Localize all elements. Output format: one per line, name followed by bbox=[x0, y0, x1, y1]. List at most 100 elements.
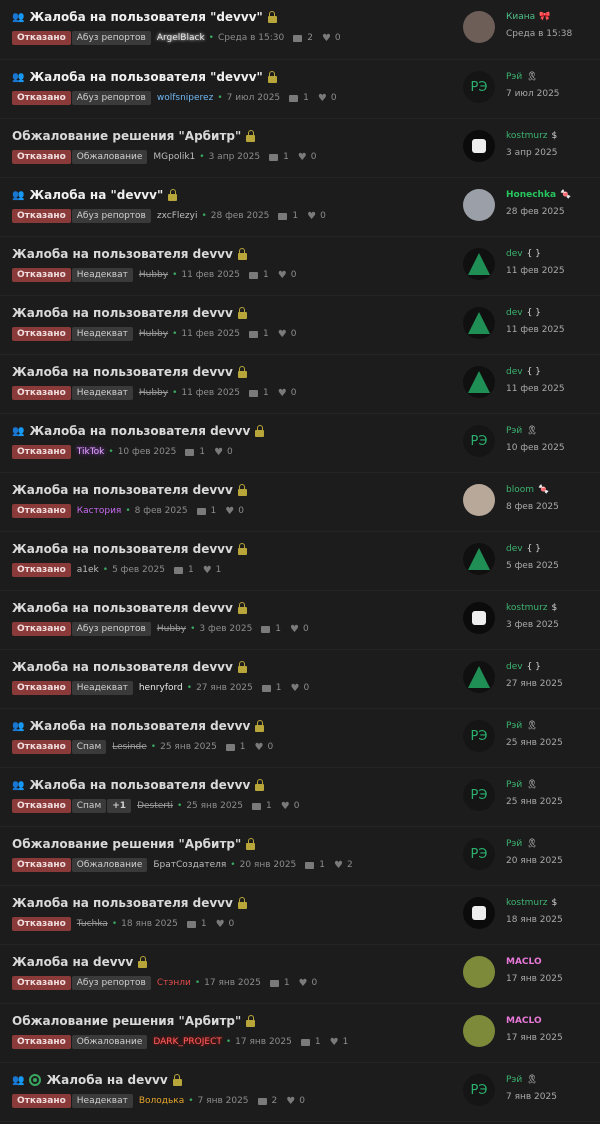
status-badge[interactable]: Отказано bbox=[12, 150, 71, 164]
category-badge[interactable]: Спам bbox=[71, 740, 107, 754]
last-poster-avatar[interactable] bbox=[463, 130, 495, 162]
thread-author[interactable]: Стэнли bbox=[157, 978, 191, 988]
thread-author[interactable]: a1ek bbox=[77, 565, 99, 575]
last-poster-name[interactable]: dev{ } bbox=[506, 662, 541, 672]
category-badge[interactable]: Неадекват bbox=[71, 681, 133, 695]
thread-title-link[interactable]: Обжалование решения "Арбитр" bbox=[12, 129, 241, 143]
status-badge[interactable]: Отказано bbox=[12, 268, 71, 282]
last-poster-name[interactable]: MACLO bbox=[506, 957, 542, 967]
category-badge[interactable]: Абуз репортов bbox=[71, 622, 151, 636]
thread-date[interactable]: 3 фев 2025 bbox=[199, 624, 252, 634]
thread-author[interactable]: MGpolik1 bbox=[153, 152, 195, 162]
thread-date[interactable]: 20 янв 2025 bbox=[240, 860, 297, 870]
last-post-date[interactable]: 11 фев 2025 bbox=[506, 384, 565, 394]
thread-date[interactable]: 11 фев 2025 bbox=[181, 329, 240, 339]
last-post-date[interactable]: 3 фев 2025 bbox=[506, 620, 559, 630]
status-badge[interactable]: Отказано bbox=[12, 445, 71, 459]
thread-author[interactable]: Hubby bbox=[157, 624, 186, 634]
thread-title-link[interactable]: Жалоба на пользователя devvv bbox=[29, 778, 250, 792]
category-badge[interactable]: Обжалование bbox=[71, 150, 148, 164]
last-poster-username[interactable]: kostmurz bbox=[506, 603, 548, 613]
status-badge[interactable]: Отказано bbox=[12, 740, 71, 754]
thread-title-link[interactable]: Жалоба на пользователя devvv bbox=[29, 424, 250, 438]
last-post-date[interactable]: 10 фев 2025 bbox=[506, 443, 565, 453]
thread-title-link[interactable]: Жалоба на пользователя devvv bbox=[12, 542, 233, 556]
last-post-date[interactable]: 25 янв 2025 bbox=[506, 797, 563, 807]
thread-title-link[interactable]: Жалоба на devvv bbox=[12, 955, 133, 969]
thread-author[interactable]: Hubby bbox=[139, 388, 168, 398]
thread-author[interactable]: wolfsniperez bbox=[157, 93, 213, 103]
last-post-date[interactable]: 8 фев 2025 bbox=[506, 502, 559, 512]
thread-date[interactable]: 5 фев 2025 bbox=[112, 565, 165, 575]
category-badge[interactable]: Обжалование bbox=[71, 858, 148, 872]
last-poster-name[interactable]: dev{ } bbox=[506, 308, 541, 318]
last-poster-avatar[interactable] bbox=[463, 661, 495, 693]
last-post-date[interactable]: 27 янв 2025 bbox=[506, 679, 563, 689]
thread-author[interactable]: henryford bbox=[139, 683, 183, 693]
status-badge[interactable]: Отказано bbox=[12, 386, 71, 400]
category-badge[interactable]: Абуз репортов bbox=[71, 91, 151, 105]
thread-title-link[interactable]: Жалоба на пользователя devvv bbox=[12, 896, 233, 910]
thread-date[interactable]: 3 апр 2025 bbox=[209, 152, 260, 162]
thread-date[interactable]: 11 фев 2025 bbox=[181, 388, 240, 398]
last-poster-username[interactable]: dev bbox=[506, 544, 523, 554]
thread-title-link[interactable]: Жалоба на пользователя devvv bbox=[12, 306, 233, 320]
last-poster-username[interactable]: kostmurz bbox=[506, 898, 548, 908]
category-badge[interactable]: Абуз репортов bbox=[71, 209, 151, 223]
thread-date[interactable]: Среда в 15:30 bbox=[218, 33, 284, 43]
last-poster-username[interactable]: Рэй bbox=[506, 1075, 522, 1085]
thread-author[interactable]: Tuchka bbox=[77, 919, 108, 929]
thread-date[interactable]: 28 фев 2025 bbox=[211, 211, 270, 221]
last-poster-name[interactable]: bloom 🍬 bbox=[506, 485, 549, 495]
thread-author[interactable]: Hubby bbox=[139, 329, 168, 339]
last-poster-username[interactable]: dev bbox=[506, 662, 523, 672]
thread-date[interactable]: 27 янв 2025 bbox=[196, 683, 253, 693]
thread-title-link[interactable]: Жалоба на "devvv" bbox=[29, 188, 163, 202]
last-poster-username[interactable]: Рэй bbox=[506, 839, 522, 849]
last-poster-name[interactable]: kostmurz $ bbox=[506, 131, 557, 141]
last-poster-avatar[interactable]: РЭ bbox=[463, 1074, 495, 1106]
thread-author[interactable]: ArgelBlack bbox=[157, 33, 205, 43]
last-post-date[interactable]: 17 янв 2025 bbox=[506, 1033, 563, 1043]
last-poster-name[interactable]: Рэй 🎗 bbox=[506, 72, 538, 82]
last-poster-username[interactable]: MACLO bbox=[506, 1016, 542, 1026]
thread-title-link[interactable]: Жалоба на пользователя devvv bbox=[12, 483, 233, 497]
thread-row[interactable]: Жалоба на пользователя devvv Отказано Абуз… bbox=[0, 591, 600, 650]
thread-date[interactable]: 8 фев 2025 bbox=[135, 506, 188, 516]
thread-author[interactable]: Lesinde bbox=[112, 742, 147, 752]
last-poster-username[interactable]: Рэй bbox=[506, 780, 522, 790]
thread-row[interactable]: 👥 Жалоба на devvv Отказано Неадекват Володьк… bbox=[0, 1063, 600, 1122]
last-poster-avatar[interactable] bbox=[463, 307, 495, 339]
last-post-date[interactable]: 11 фев 2025 bbox=[506, 266, 565, 276]
status-badge[interactable]: Отказано bbox=[12, 209, 71, 223]
status-badge[interactable]: Отказано bbox=[12, 917, 71, 931]
last-poster-avatar[interactable] bbox=[463, 189, 495, 221]
last-post-date[interactable]: 11 фев 2025 bbox=[506, 325, 565, 335]
last-poster-name[interactable]: Рэй 🎗 bbox=[506, 780, 538, 790]
thread-title-link[interactable]: Жалоба на пользователя devvv bbox=[12, 660, 233, 674]
category-badge[interactable]: Абуз репортов bbox=[71, 31, 151, 45]
status-badge[interactable]: Отказано bbox=[12, 858, 71, 872]
status-badge[interactable]: Отказано bbox=[12, 327, 71, 341]
thread-row[interactable]: Жалоба на devvv Отказано Абуз репортов Стэн… bbox=[0, 945, 600, 1004]
thread-row[interactable]: Обжалование решения "Арбитр" Отказано Обжа… bbox=[0, 119, 600, 178]
status-badge[interactable]: Отказано bbox=[12, 681, 71, 695]
last-post-date[interactable]: 18 янв 2025 bbox=[506, 915, 563, 925]
thread-title-link[interactable]: Жалоба на пользователя "devvv" bbox=[29, 70, 262, 84]
last-poster-username[interactable]: dev bbox=[506, 308, 523, 318]
thread-row[interactable]: Жалоба на пользователя devvv Отказано Каст… bbox=[0, 473, 600, 532]
last-poster-username[interactable]: Рэй bbox=[506, 721, 522, 731]
status-badge[interactable]: Отказано bbox=[12, 799, 71, 813]
thread-row[interactable]: 👥 Жалоба на пользователя devvv Отказано Спа… bbox=[0, 709, 600, 768]
status-badge[interactable]: Отказано bbox=[12, 1035, 71, 1049]
status-badge[interactable]: Отказано bbox=[12, 504, 71, 518]
status-badge[interactable]: Отказано bbox=[12, 31, 71, 45]
last-poster-avatar[interactable] bbox=[463, 248, 495, 280]
status-badge[interactable]: Отказано bbox=[12, 622, 71, 636]
last-poster-username[interactable]: Рэй bbox=[506, 426, 522, 436]
thread-title-link[interactable]: Обжалование решения "Арбитр" bbox=[12, 837, 241, 851]
thread-date[interactable]: 7 июл 2025 bbox=[227, 93, 281, 103]
category-badge[interactable]: Абуз репортов bbox=[71, 976, 151, 990]
last-post-date[interactable]: 17 янв 2025 bbox=[506, 974, 563, 984]
last-poster-avatar[interactable]: РЭ bbox=[463, 71, 495, 103]
